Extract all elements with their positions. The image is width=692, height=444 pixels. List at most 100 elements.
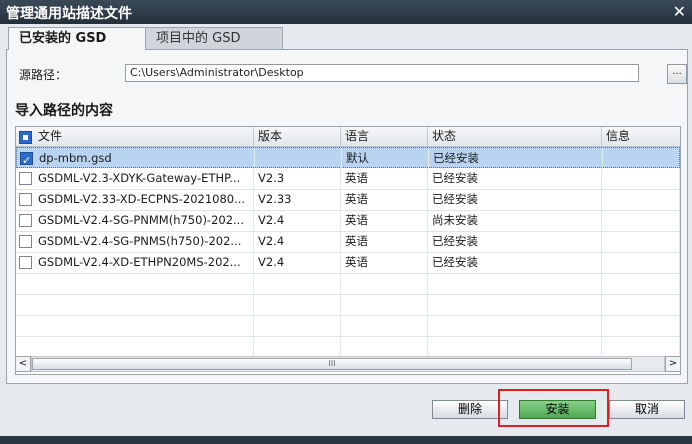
gsd-file-table: 文件 版本 语言 状态 信息 dp-mbm.gsd默认已经安装GSDML-V2.… (15, 126, 681, 375)
empty-cell (16, 315, 254, 336)
scroll-right-icon[interactable]: > (665, 356, 681, 372)
source-path-label: 源路径： (19, 68, 68, 82)
cell-status: 已经安装 (428, 168, 602, 189)
empty-cell (428, 294, 602, 315)
row-checkbox[interactable] (19, 256, 32, 269)
cell-file: dp-mbm.gsd (17, 148, 255, 169)
row-checkbox[interactable] (19, 214, 32, 227)
empty-cell (16, 336, 254, 357)
empty-cell (254, 315, 341, 336)
close-icon[interactable]: ✕ (673, 2, 686, 21)
cell-status: 尚未安装 (428, 210, 602, 231)
cell-info (602, 231, 680, 252)
empty-cell (16, 294, 254, 315)
cell-language: 英语 (341, 189, 428, 210)
scrollbar-thumb[interactable]: III (32, 358, 632, 370)
cell-info (602, 210, 680, 231)
cell-info (602, 189, 680, 210)
cell-language: 英语 (341, 231, 428, 252)
column-header-file[interactable]: 文件 (16, 127, 254, 146)
cell-version: V2.4 (254, 252, 341, 273)
empty-cell (254, 294, 341, 315)
empty-cell (16, 273, 254, 294)
cell-status: 已经安装 (428, 252, 602, 273)
install-highlight-box (498, 389, 609, 427)
bottom-strip (0, 436, 692, 444)
empty-cell (428, 315, 602, 336)
file-name: GSDML-V2.3-XDYK-Gateway-ETHP... (38, 171, 241, 185)
horizontal-scrollbar[interactable]: < III > (15, 356, 681, 372)
empty-row (16, 294, 680, 316)
column-header-info[interactable]: 信息 (602, 127, 680, 146)
cell-version (255, 148, 342, 169)
cell-language: 英语 (341, 252, 428, 273)
cell-file: GSDML-V2.33-XD-ECPNS-2021080... (16, 189, 254, 210)
table-header: 文件 版本 语言 状态 信息 (16, 127, 680, 147)
cell-version: V2.33 (254, 189, 341, 210)
source-path-input[interactable]: C:\Users\Administrator\Desktop (125, 64, 639, 82)
row-checkbox[interactable] (20, 150, 33, 169)
cell-status: 已经安装 (428, 189, 602, 210)
empty-cell (602, 273, 680, 294)
tab-installed-gsd[interactable]: 已安装的 GSD (8, 27, 146, 50)
empty-row (16, 336, 680, 358)
scrollbar-track[interactable]: III (31, 356, 665, 372)
table-row[interactable]: GSDML-V2.4-SG-PNMM(h750)-202... V2.4 英语 尚未安… (16, 210, 680, 232)
cell-info (602, 168, 680, 189)
cancel-button[interactable]: 取消 (609, 400, 685, 419)
table-row[interactable]: GSDML-V2.4-SG-PNMS(h750)-202... V2.4 英语 已经安… (16, 231, 680, 253)
cell-status: 已经安装 (428, 231, 602, 252)
delete-button[interactable]: 删除 (432, 400, 508, 419)
manage-gsd-dialog: 管理通用站描述文件 ✕ 已安装的 GSD 项目中的 GSD 源路径： C:\Us… (0, 0, 692, 444)
empty-cell (341, 294, 428, 315)
empty-cell (602, 336, 680, 357)
cell-info (603, 148, 680, 169)
title-bar: 管理通用站描述文件 ✕ (0, 0, 692, 24)
file-name: GSDML-V2.33-XD-ECPNS-2021080... (38, 192, 246, 206)
cell-status: 已经安装 (429, 148, 603, 169)
empty-cell (602, 294, 680, 315)
column-header-status[interactable]: 状态 (428, 127, 602, 146)
browse-button[interactable]: ... (667, 64, 687, 84)
empty-cell (428, 273, 602, 294)
cell-file: GSDML-V2.4-SG-PNMS(h750)-202... (16, 231, 254, 252)
empty-row (16, 273, 680, 295)
table-row[interactable]: GSDML-V2.3-XDYK-Gateway-ETHP... V2.3 英语 已经安… (16, 168, 680, 190)
empty-row (16, 315, 680, 337)
section-title: 导入路径的内容 (15, 103, 113, 119)
column-header-language[interactable]: 语言 (341, 127, 428, 146)
select-all-checkbox[interactable] (19, 131, 32, 144)
empty-cell (341, 315, 428, 336)
cell-file: GSDML-V2.4-SG-PNMM(h750)-202... (16, 210, 254, 231)
row-checkbox[interactable] (19, 235, 32, 248)
empty-cell (428, 336, 602, 357)
row-checkbox[interactable] (19, 193, 32, 206)
tab-panel: 源路径： C:\Users\Administrator\Desktop ... … (6, 49, 688, 384)
file-name: GSDML-V2.4-XD-ETHPN20MS-202... (38, 255, 241, 269)
cell-language: 英语 (341, 210, 428, 231)
window-title: 管理通用站描述文件 (6, 6, 132, 22)
file-name: GSDML-V2.4-SG-PNMS(h750)-202... (38, 234, 242, 248)
tab-project-gsd[interactable]: 项目中的 GSD (145, 27, 283, 49)
file-name: GSDML-V2.4-SG-PNMM(h750)-202... (38, 213, 244, 227)
cell-version: V2.4 (254, 210, 341, 231)
table-row[interactable]: GSDML-V2.4-XD-ETHPN20MS-202... V2.4 英语 已经安装 (16, 252, 680, 274)
scroll-left-icon[interactable]: < (15, 356, 31, 372)
cell-file: GSDML-V2.3-XDYK-Gateway-ETHP... (16, 168, 254, 189)
cell-language: 英语 (341, 168, 428, 189)
table-row[interactable]: dp-mbm.gsd 默认已经安装 (16, 147, 680, 169)
empty-cell (602, 315, 680, 336)
file-name: dp-mbm.gsd (39, 151, 112, 165)
column-header-version[interactable]: 版本 (254, 127, 341, 146)
cell-language: 默认 (342, 148, 429, 169)
empty-cell (341, 273, 428, 294)
cell-version: V2.3 (254, 168, 341, 189)
table-row[interactable]: GSDML-V2.33-XD-ECPNS-2021080... V2.33 英语 已经… (16, 189, 680, 211)
cell-info (602, 252, 680, 273)
cell-file: GSDML-V2.4-XD-ETHPN20MS-202... (16, 252, 254, 273)
empty-cell (254, 336, 341, 357)
column-header-file-label: 文件 (38, 129, 63, 143)
row-checkbox[interactable] (19, 172, 32, 185)
empty-cell (341, 336, 428, 357)
cell-version: V2.4 (254, 231, 341, 252)
